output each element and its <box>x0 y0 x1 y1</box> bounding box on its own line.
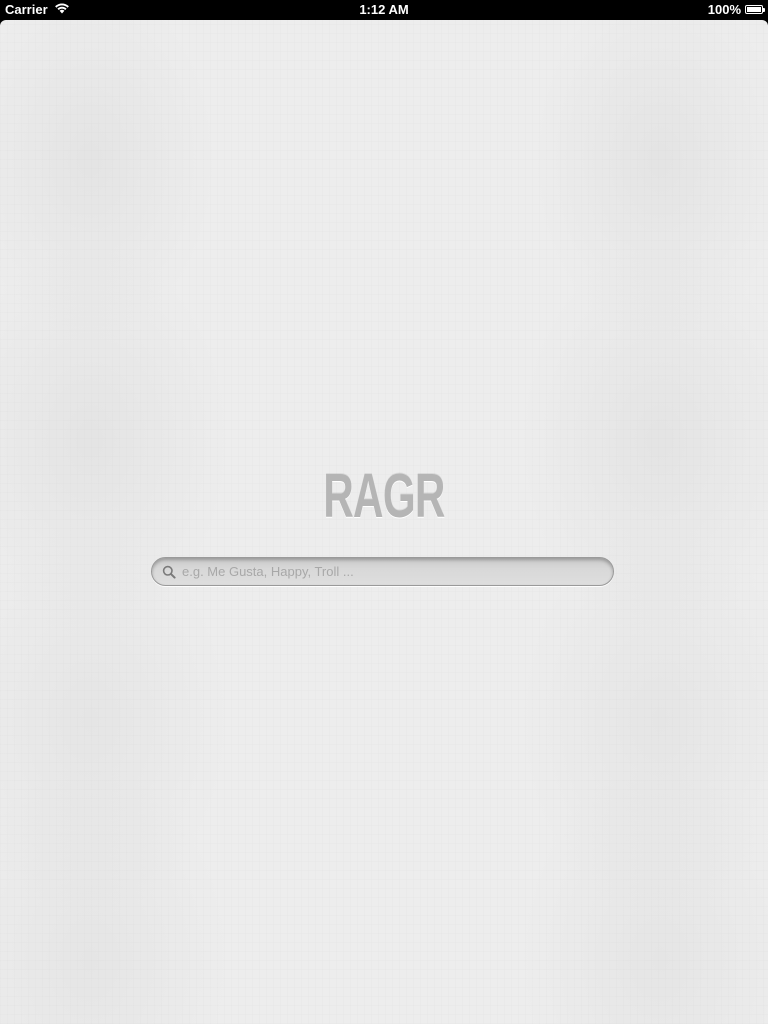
battery-fill <box>747 7 761 12</box>
battery-icon <box>745 5 765 14</box>
status-time: 1:12 AM <box>359 2 409 17</box>
app-logo: RAGR <box>323 462 445 531</box>
status-right: 100% <box>707 2 765 17</box>
status-bar: Carrier 1:12 AM 100% <box>0 0 768 20</box>
search-icon <box>160 563 178 581</box>
app-view: RAGR <box>0 20 768 1024</box>
search-bar[interactable] <box>151 557 614 586</box>
search-input[interactable] <box>182 561 602 582</box>
battery-percent: 100% <box>707 2 741 17</box>
